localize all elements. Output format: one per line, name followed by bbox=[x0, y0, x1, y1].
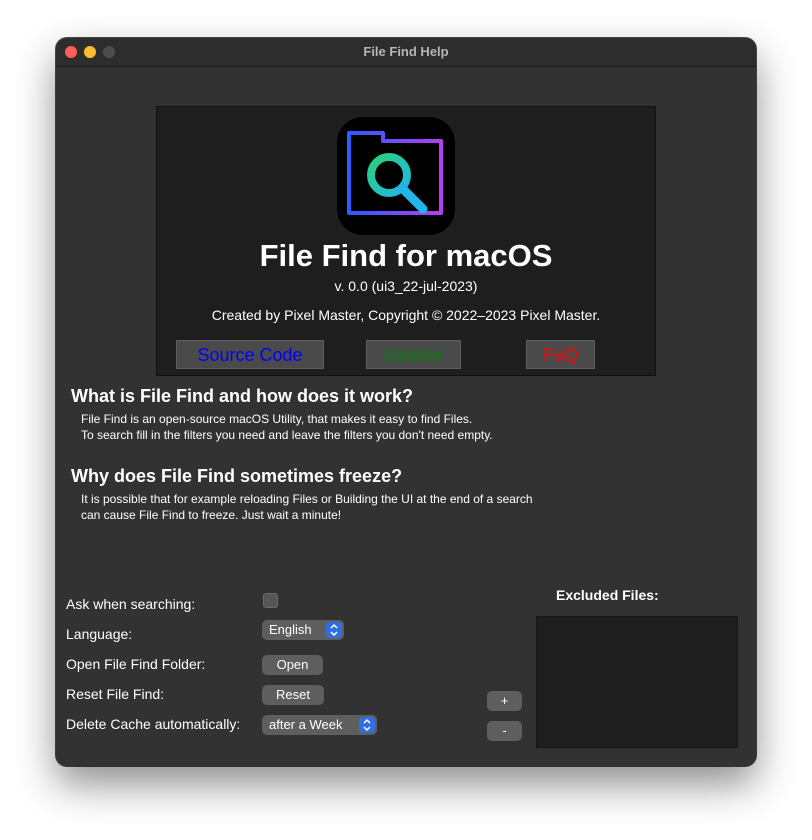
remove-excluded-button[interactable]: - bbox=[487, 721, 522, 741]
section-heading: Why does File Find sometimes freeze? bbox=[71, 466, 403, 486]
section-heading: What is File Find and how does it work? bbox=[71, 386, 414, 406]
language-value: English bbox=[269, 622, 312, 637]
excluded-files-label: Excluded Files: bbox=[556, 587, 659, 603]
help-window: File Find Help File Find for macOS v. 0.… bbox=[56, 38, 756, 766]
app-version: v. 0.0 (ui3_22-jul-2023) bbox=[334, 278, 478, 294]
reset-button[interactable]: Reset bbox=[262, 685, 324, 705]
excluded-files-list[interactable] bbox=[536, 616, 738, 748]
language-select[interactable]: English bbox=[262, 620, 344, 640]
update-button[interactable]: Update bbox=[366, 340, 461, 369]
language-label: Language: bbox=[66, 626, 133, 642]
add-excluded-button[interactable]: + bbox=[487, 691, 522, 711]
copyright-text: Created by Pixel Master, Copyright © 202… bbox=[211, 307, 601, 323]
source-code-button[interactable]: Source Code bbox=[176, 340, 324, 369]
window-title: File Find Help bbox=[363, 44, 449, 59]
reset-label: Reset File Find: bbox=[66, 686, 165, 702]
chevron-up-down-icon bbox=[326, 622, 342, 638]
ask-when-searching-checkbox[interactable] bbox=[263, 593, 278, 608]
section-text-line: can cause File Find to freeze. Just wait… bbox=[81, 508, 342, 522]
about-panel: File Find for macOS v. 0.0 (ui3_22-jul-2… bbox=[156, 106, 656, 376]
section-text-line: It is possible that for example reloadin… bbox=[81, 492, 533, 506]
section-text-line: To search fill in the filters you need a… bbox=[81, 428, 493, 442]
title-bar[interactable]: File Find Help bbox=[56, 38, 756, 67]
folder-search-icon bbox=[337, 117, 455, 235]
delete-cache-label: Delete Cache automatically: bbox=[66, 716, 241, 732]
open-folder-button[interactable]: Open bbox=[262, 655, 323, 675]
faq-button[interactable]: FaQ bbox=[526, 340, 595, 369]
delete-cache-select[interactable]: after a Week bbox=[262, 715, 377, 735]
app-name: File Find for macOS bbox=[259, 238, 553, 273]
delete-cache-value: after a Week bbox=[269, 717, 343, 732]
chevron-up-down-icon bbox=[359, 717, 375, 733]
ask-when-searching-label: Ask when searching: bbox=[66, 596, 196, 612]
open-folder-label: Open File Find Folder: bbox=[66, 656, 206, 672]
section-text-line: File Find is an open-source macOS Utilit… bbox=[81, 412, 473, 426]
